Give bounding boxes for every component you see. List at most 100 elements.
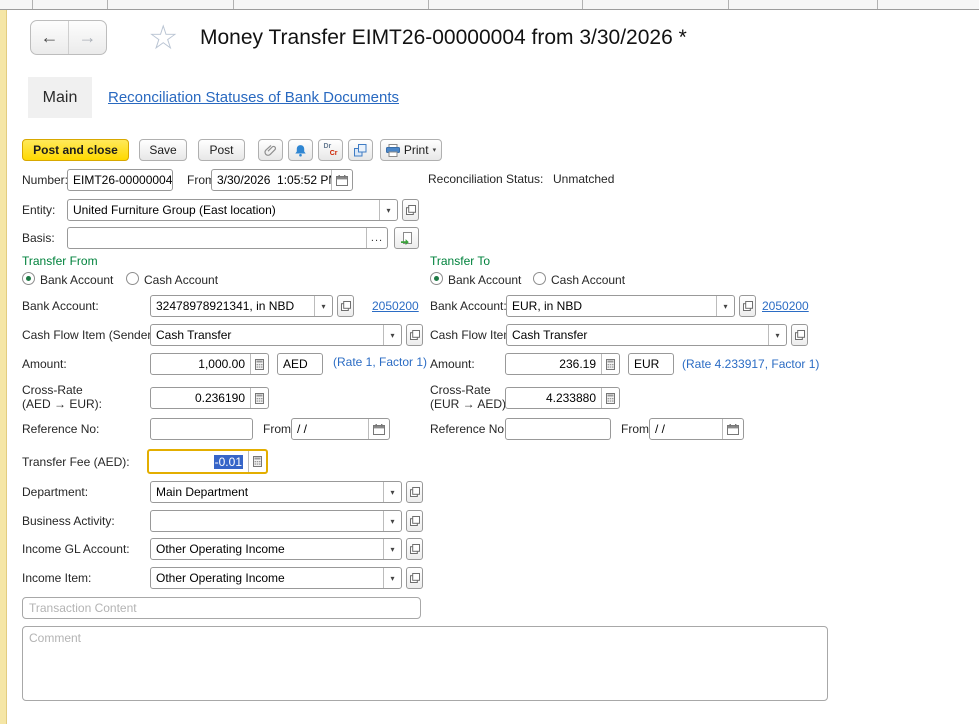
to-bank-account-radio[interactable]	[430, 272, 443, 285]
basis-field[interactable]: ...	[67, 227, 388, 249]
to-bank-account-open-button[interactable]	[739, 295, 756, 317]
open-basis-document-button[interactable]	[394, 227, 419, 249]
chevron-down-icon[interactable]: ▾	[383, 325, 401, 345]
back-arrow-icon: ←	[41, 27, 59, 48]
tab-reconciliation-statuses[interactable]: Reconciliation Statuses of Bank Document…	[108, 89, 399, 106]
income-gl-account-open-button[interactable]	[406, 538, 423, 560]
post-button[interactable]: Post	[198, 139, 245, 161]
business-activity-field[interactable]: ▾	[150, 510, 402, 532]
calendar-picker-button[interactable]	[331, 170, 352, 190]
income-item-field[interactable]: Other Operating Income ▾	[150, 567, 402, 589]
business-activity-open-button[interactable]	[406, 510, 423, 532]
chevron-down-icon[interactable]: ▾	[383, 482, 401, 502]
to-cash-account-radio[interactable]	[533, 272, 546, 285]
bell-icon	[294, 144, 307, 157]
income-item-open-button[interactable]	[406, 567, 423, 589]
from-currency-field[interactable]: AED	[277, 353, 323, 375]
to-currency-field[interactable]: EUR	[628, 353, 674, 375]
calendar-picker-button[interactable]	[722, 419, 743, 439]
comment-input[interactable]	[22, 626, 828, 701]
from-bank-account-radio[interactable]	[22, 272, 35, 285]
from-reference-field[interactable]	[150, 418, 253, 440]
to-bank-account-field[interactable]: EUR, in NBD ▾	[506, 295, 735, 317]
to-reference-field[interactable]	[505, 418, 611, 440]
basis-choose-button[interactable]: ...	[366, 228, 387, 248]
post-and-close-button[interactable]: Post and close	[22, 139, 129, 161]
reminder-button[interactable]	[288, 139, 313, 161]
to-cash-flow-open-button[interactable]	[791, 324, 808, 346]
department-open-button[interactable]	[406, 481, 423, 503]
calculator-icon	[255, 393, 264, 404]
to-cross-rate-label-line1: Cross-Rate	[430, 383, 491, 397]
calculator-icon	[606, 393, 615, 404]
favorite-star-icon[interactable]: ☆	[148, 19, 178, 57]
calculator-button[interactable]	[248, 451, 266, 472]
from-reference-date-field[interactable]: / /	[291, 418, 390, 440]
calendar-picker-button[interactable]	[368, 419, 389, 439]
income-gl-account-label: Income GL Account:	[22, 542, 130, 556]
print-button[interactable]: Print ▾	[380, 139, 442, 161]
from-cash-account-radio-label[interactable]: Cash Account	[144, 273, 218, 287]
related-documents-button[interactable]	[348, 139, 373, 161]
calculator-button[interactable]	[250, 354, 268, 374]
income-gl-account-field[interactable]: Other Operating Income ▾	[150, 538, 402, 560]
entity-open-button[interactable]	[402, 199, 419, 221]
number-field[interactable]: EIMT26-00000004	[67, 169, 173, 191]
date-field[interactable]: 3/30/2026 1:05:52 PM	[211, 169, 353, 191]
save-label: Save	[149, 143, 176, 157]
from-bank-account-field[interactable]: 32478978921341, in NBD ▾	[150, 295, 333, 317]
forward-button[interactable]: →	[69, 21, 106, 54]
chevron-down-icon[interactable]: ▾	[314, 296, 332, 316]
transfer-fee-field[interactable]: -0.01	[147, 449, 268, 474]
to-bank-account-radio-label[interactable]: Bank Account	[448, 273, 521, 287]
entity-field[interactable]: United Furniture Group (East location) ▾	[67, 199, 398, 221]
from-bank-account-radio-label[interactable]: Bank Account	[40, 273, 113, 287]
from-cross-rate-field[interactable]: 0.236190	[150, 387, 269, 409]
attachments-button[interactable]	[258, 139, 283, 161]
calculator-button[interactable]	[601, 354, 619, 374]
chevron-down-icon[interactable]: ▾	[716, 296, 734, 316]
chevron-down-icon[interactable]: ▾	[768, 325, 786, 345]
reconciliation-status-label: Reconciliation Status:	[428, 172, 543, 186]
to-amount-field[interactable]: 236.19	[505, 353, 620, 375]
from-cash-flow-item-label: Cash Flow Item (Sender):	[22, 328, 159, 342]
to-cash-account-radio-label[interactable]: Cash Account	[551, 273, 625, 287]
selected-text: -0.01	[214, 455, 243, 469]
back-button[interactable]: ←	[31, 21, 69, 54]
chevron-down-icon[interactable]: ▾	[383, 511, 401, 531]
to-rate-note[interactable]: (Rate 4.233917, Factor 1)	[682, 357, 819, 371]
from-cross-rate-label-line1: Cross-Rate	[22, 383, 83, 397]
chevron-down-icon: ▾	[433, 146, 437, 154]
chevron-down-icon[interactable]: ▾	[383, 539, 401, 559]
to-cross-rate-label-line2: (EUR → AED):	[430, 397, 509, 411]
tab-main[interactable]: Main	[28, 77, 92, 118]
calculator-button[interactable]	[250, 388, 268, 408]
from-rate-note[interactable]: (Rate 1, Factor 1)	[333, 355, 431, 369]
to-cross-rate-field[interactable]: 4.233880	[505, 387, 620, 409]
calculator-icon	[255, 359, 264, 370]
open-form-icon	[406, 205, 416, 215]
to-amount-label: Amount:	[430, 357, 475, 371]
transaction-content-input[interactable]	[22, 597, 421, 619]
from-cash-flow-open-button[interactable]	[406, 324, 423, 346]
post-and-close-label: Post and close	[33, 143, 118, 157]
from-bank-account-open-button[interactable]	[337, 295, 354, 317]
chevron-down-icon[interactable]: ▾	[379, 200, 397, 220]
department-label: Department:	[22, 485, 88, 499]
from-amount-field[interactable]: 1,000.00	[150, 353, 269, 375]
history-nav-group: ← →	[30, 20, 107, 55]
from-cash-flow-item-field[interactable]: Cash Transfer ▾	[150, 324, 402, 346]
left-accent-bar	[0, 10, 7, 724]
from-cash-account-radio[interactable]	[126, 272, 139, 285]
department-field[interactable]: Main Department ▾	[150, 481, 402, 503]
to-cash-flow-item-field[interactable]: Cash Transfer ▾	[506, 324, 787, 346]
printer-icon	[386, 144, 400, 157]
posting-entries-button[interactable]: DrCr	[318, 139, 343, 161]
to-reference-date-field[interactable]: / /	[649, 418, 744, 440]
save-button[interactable]: Save	[139, 139, 187, 161]
calculator-button[interactable]	[601, 388, 619, 408]
chevron-down-icon[interactable]: ▾	[383, 568, 401, 588]
to-gl-account-link[interactable]: 2050200	[762, 299, 809, 313]
from-gl-account-link[interactable]: 2050200	[372, 299, 419, 313]
related-documents-icon	[354, 144, 367, 157]
